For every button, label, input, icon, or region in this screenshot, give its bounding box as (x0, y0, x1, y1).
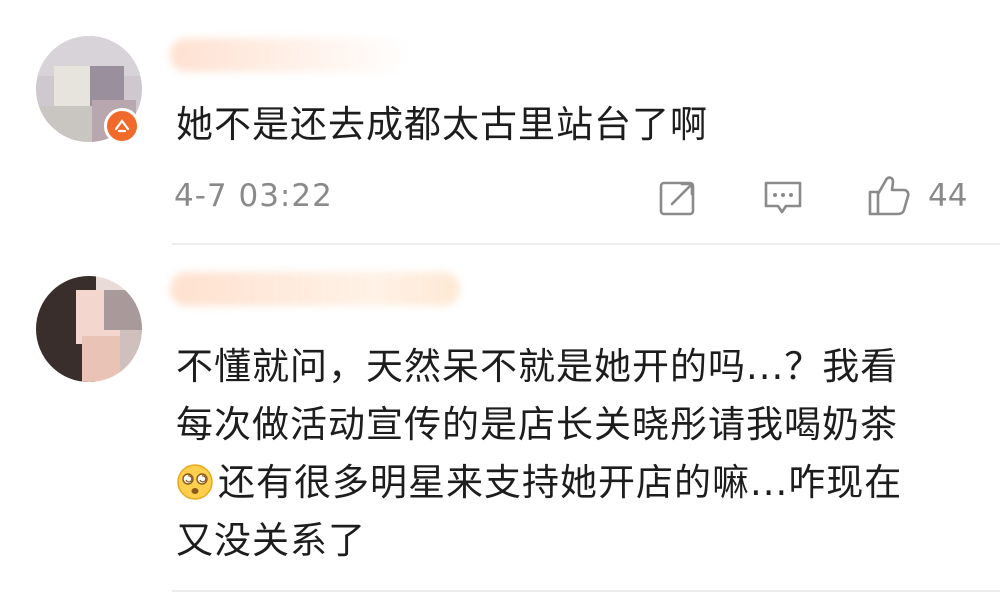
comment-item: 她不是还去成都太古里站台了啊 4-7 03:22 44 (0, 0, 1000, 245)
username-blurred[interactable] (170, 38, 410, 72)
comment-text: 她不是还去成都太古里站台了啊 (176, 103, 708, 146)
comment-timestamp: 4-7 03:22 (174, 178, 333, 214)
like-count: 44 (928, 178, 968, 214)
username-blurred[interactable] (170, 272, 460, 306)
divider (172, 590, 1000, 592)
avatar[interactable] (36, 276, 142, 382)
comment-icon[interactable] (762, 178, 804, 218)
share-icon[interactable] (658, 178, 698, 218)
verified-badge-icon (104, 108, 140, 144)
comment-item: 不懂就问，天然呆不就是她开的吗...？我看 每次做活动宣传的是店长关晓彤请我喝奶… (0, 248, 1000, 595)
comment-text-line: 每次做活动宣传的是店长关晓彤请我喝奶茶 (176, 403, 898, 446)
dizzy-face-emoji (177, 463, 213, 500)
comment-list: 她不是还去成都太古里站台了啊 4-7 03:22 44 不懂就问，天然呆不就是她… (0, 0, 1000, 595)
comment-text-line-with-emoji: 还有很多明星来支持她开店的嘛...咋现在 (176, 454, 902, 512)
comment-text-line: 还有很多明星来支持她开店的嘛...咋现在 (218, 461, 903, 504)
comment-text-line: 又没关系了 (176, 519, 366, 562)
divider (172, 243, 1000, 245)
thumbs-up-icon[interactable] (866, 172, 912, 218)
comment-text-line: 不懂就问，天然呆不就是她开的吗...？我看 (176, 345, 899, 388)
